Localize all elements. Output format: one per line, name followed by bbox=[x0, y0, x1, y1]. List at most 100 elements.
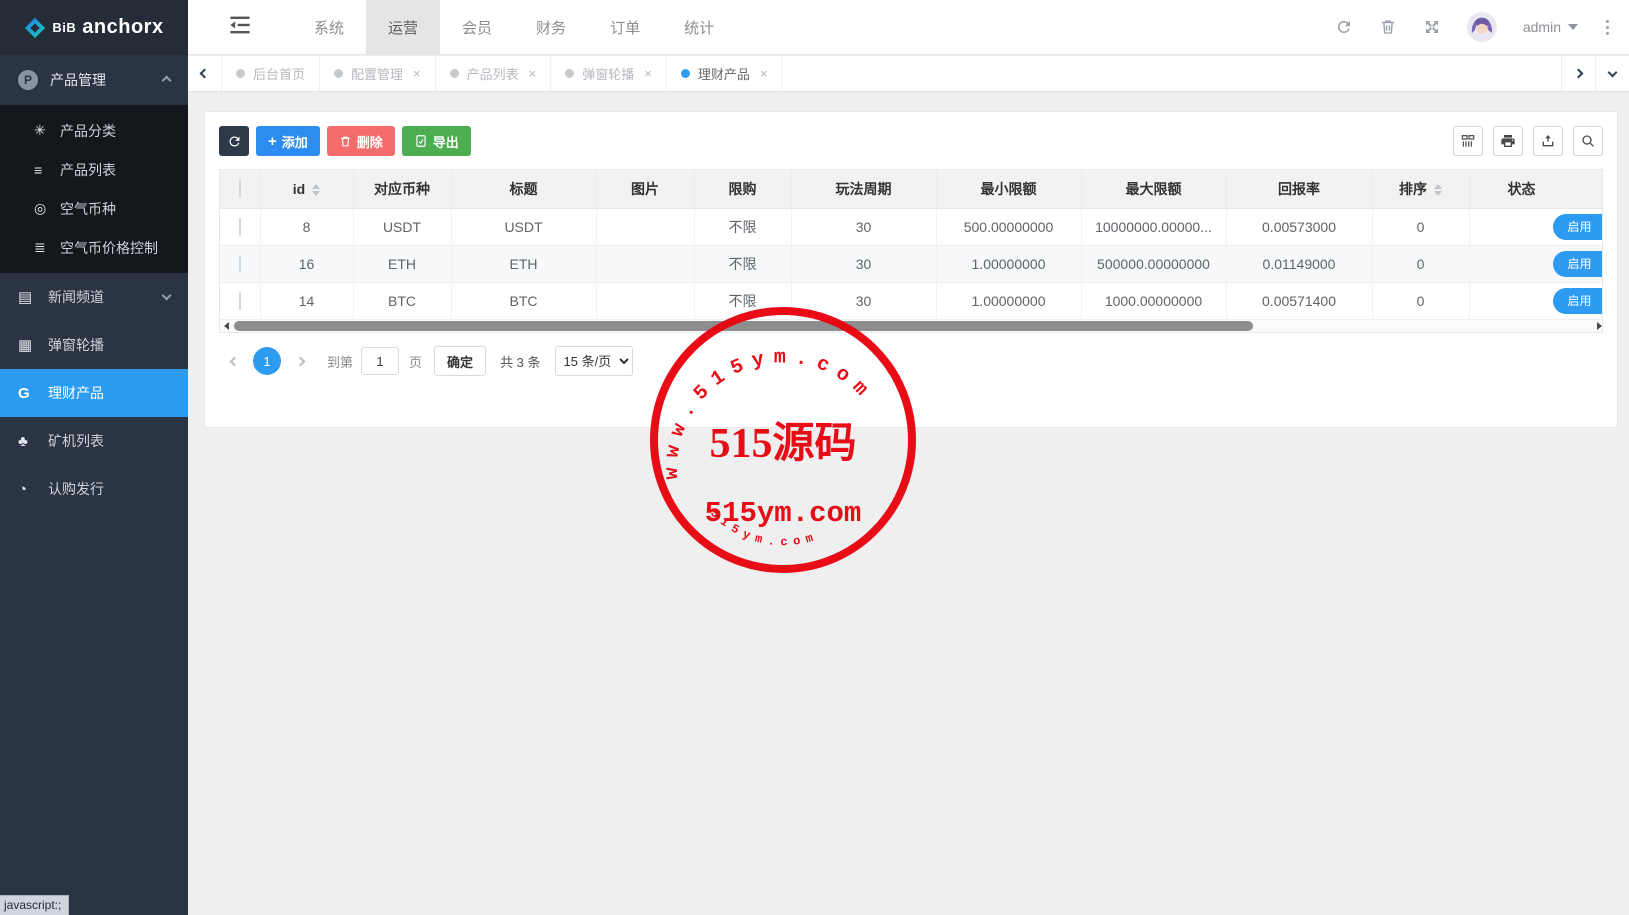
chevron-down-icon bbox=[162, 291, 172, 301]
sidebar-item-label: 理财产品 bbox=[48, 383, 104, 403]
sidebar-item-air-coin[interactable]: ◎ 空气币种 bbox=[0, 189, 188, 228]
tab-config-management[interactable]: 配置管理 × bbox=[320, 56, 436, 91]
tab-close-icon[interactable]: × bbox=[529, 66, 537, 81]
cell-cycle: 30 bbox=[791, 245, 936, 282]
refresh-button[interactable] bbox=[219, 126, 249, 156]
sidebar-item-news-channel[interactable]: ▤ 新闻频道 bbox=[0, 273, 188, 321]
status-toggle[interactable]: 启用 bbox=[1553, 288, 1604, 314]
sidebar-item-popup-carousel[interactable]: ▦ 弹窗轮播 bbox=[0, 321, 188, 369]
main-content: + 添加 删除 导出 bbox=[188, 93, 1629, 915]
tab-product-list[interactable]: 产品列表 × bbox=[436, 56, 552, 91]
tab-finance-products[interactable]: 理财产品 × bbox=[667, 56, 783, 91]
refresh-icon[interactable] bbox=[1335, 18, 1353, 36]
column-header-coin: 对应币种 bbox=[353, 170, 451, 208]
scrollbar-track[interactable] bbox=[232, 321, 1590, 331]
nav-item-statistics[interactable]: 统计 bbox=[662, 0, 736, 54]
cell-cycle: 30 bbox=[791, 282, 936, 319]
cell-coin: USDT bbox=[353, 208, 451, 245]
table-toolbar: + 添加 删除 导出 bbox=[219, 126, 1603, 156]
nav-item-operations[interactable]: 运营 bbox=[366, 0, 440, 54]
sidebar-item-finance-products[interactable]: G 理财产品 bbox=[0, 369, 188, 417]
page-1-button[interactable]: 1 bbox=[253, 347, 281, 375]
subscription-issue-icon: ◔ bbox=[18, 481, 48, 498]
nav-item-finance[interactable]: 财务 bbox=[514, 0, 588, 54]
delete-button[interactable]: 删除 bbox=[327, 126, 395, 156]
sidebar-item-air-coin-price[interactable]: ≣ 空气币价格控制 bbox=[0, 228, 188, 267]
column-header-min: 最小限额 bbox=[936, 170, 1081, 208]
top-header: 系统 运营 会员 财务 订单 统计 admin bbox=[188, 0, 1629, 55]
scrollbar-thumb[interactable] bbox=[234, 321, 1253, 331]
tab-dashboard-home[interactable]: 后台首页 bbox=[222, 56, 320, 91]
search-toggle-button[interactable] bbox=[1573, 126, 1603, 156]
tab-label: 配置管理 bbox=[351, 64, 403, 83]
tab-menu-button[interactable] bbox=[1595, 56, 1629, 91]
cell-id: 8 bbox=[260, 208, 353, 245]
brand-mark: BiB bbox=[52, 20, 76, 35]
trash-icon[interactable] bbox=[1379, 18, 1397, 36]
total-count: 共 3 条 bbox=[500, 352, 540, 371]
row-checkbox[interactable] bbox=[239, 218, 241, 236]
cell-min: 1.00000000 bbox=[936, 282, 1081, 319]
product-category-icon: ✳ bbox=[34, 122, 60, 139]
tab-scroll-right-button[interactable] bbox=[1561, 56, 1595, 91]
chevron-left-icon bbox=[229, 356, 239, 366]
chevron-up-icon bbox=[162, 75, 172, 85]
tab-bar-spacer bbox=[782, 56, 1561, 91]
page-unit-label: 页 bbox=[409, 352, 422, 371]
column-header-image: 图片 bbox=[596, 170, 694, 208]
cell-image bbox=[596, 245, 694, 282]
nav-item-system[interactable]: 系统 bbox=[292, 0, 366, 54]
sort-icon[interactable] bbox=[312, 184, 320, 196]
tab-popup-carousel[interactable]: 弹窗轮播 × bbox=[551, 56, 667, 91]
collapse-sidebar-icon[interactable] bbox=[228, 13, 252, 42]
page-input[interactable] bbox=[361, 347, 399, 375]
scroll-left-arrow-icon[interactable] bbox=[220, 322, 232, 330]
sidebar-item-product-management[interactable]: P 产品管理 bbox=[0, 55, 188, 105]
fullscreen-icon[interactable] bbox=[1423, 18, 1441, 36]
tab-label: 理财产品 bbox=[698, 64, 750, 83]
page-size-select[interactable]: 15 条/页 bbox=[555, 346, 633, 376]
add-button[interactable]: + 添加 bbox=[256, 126, 320, 156]
nav-item-orders[interactable]: 订单 bbox=[588, 0, 662, 54]
column-header-id[interactable]: id bbox=[260, 170, 353, 208]
prev-page-button[interactable] bbox=[219, 358, 249, 365]
status-toggle[interactable]: 启用 bbox=[1553, 214, 1604, 240]
columns-toggle-button[interactable] bbox=[1453, 126, 1483, 156]
status-toggle[interactable]: 启用 bbox=[1553, 251, 1604, 277]
cell-sort: 0 bbox=[1372, 208, 1469, 245]
print-button[interactable] bbox=[1493, 126, 1523, 156]
sidebar-item-miner-list[interactable]: ♣ 矿机列表 bbox=[0, 417, 188, 465]
tab-scroll-left-button[interactable] bbox=[188, 56, 222, 91]
confirm-button[interactable]: 确定 bbox=[434, 346, 486, 376]
cell-sort: 0 bbox=[1372, 245, 1469, 282]
column-header-sort[interactable]: 排序 bbox=[1372, 170, 1469, 208]
chevron-down-icon bbox=[1608, 67, 1618, 77]
tab-close-icon[interactable]: × bbox=[413, 66, 421, 81]
finance-products-panel: + 添加 删除 导出 bbox=[204, 111, 1618, 428]
select-all-checkbox[interactable] bbox=[239, 180, 241, 198]
brand-logo[interactable]: BiB anchorx bbox=[0, 0, 188, 55]
sort-icon[interactable] bbox=[1434, 184, 1442, 196]
row-checkbox[interactable] bbox=[239, 292, 241, 310]
export-data-button[interactable] bbox=[1533, 126, 1563, 156]
user-menu[interactable]: admin bbox=[1523, 19, 1578, 35]
table-row: 16 ETH ETH 不限 30 1.00000000 500000.00000… bbox=[220, 245, 1603, 282]
sidebar-item-product-category[interactable]: ✳ 产品分类 bbox=[0, 111, 188, 150]
export-button[interactable]: 导出 bbox=[402, 126, 471, 156]
tab-status-dot bbox=[681, 69, 690, 78]
scroll-right-arrow-icon[interactable] bbox=[1590, 322, 1602, 330]
nav-item-members[interactable]: 会员 bbox=[440, 0, 514, 54]
cell-id: 14 bbox=[260, 282, 353, 319]
next-page-button[interactable] bbox=[285, 358, 315, 365]
cell-title: USDT bbox=[451, 208, 596, 245]
sidebar-item-subscription-issue[interactable]: ◔ 认购发行 bbox=[0, 465, 188, 513]
horizontal-scrollbar[interactable] bbox=[219, 319, 1603, 333]
tab-close-icon[interactable]: × bbox=[760, 66, 768, 81]
tab-close-icon[interactable]: × bbox=[644, 66, 652, 81]
cell-rate: 0.00573000 bbox=[1226, 208, 1372, 245]
avatar[interactable] bbox=[1467, 12, 1497, 42]
user-name: admin bbox=[1523, 19, 1561, 35]
sidebar-item-product-list[interactable]: ≡ 产品列表 bbox=[0, 150, 188, 189]
row-checkbox[interactable] bbox=[239, 255, 241, 273]
kebab-menu-icon[interactable] bbox=[1604, 18, 1611, 37]
